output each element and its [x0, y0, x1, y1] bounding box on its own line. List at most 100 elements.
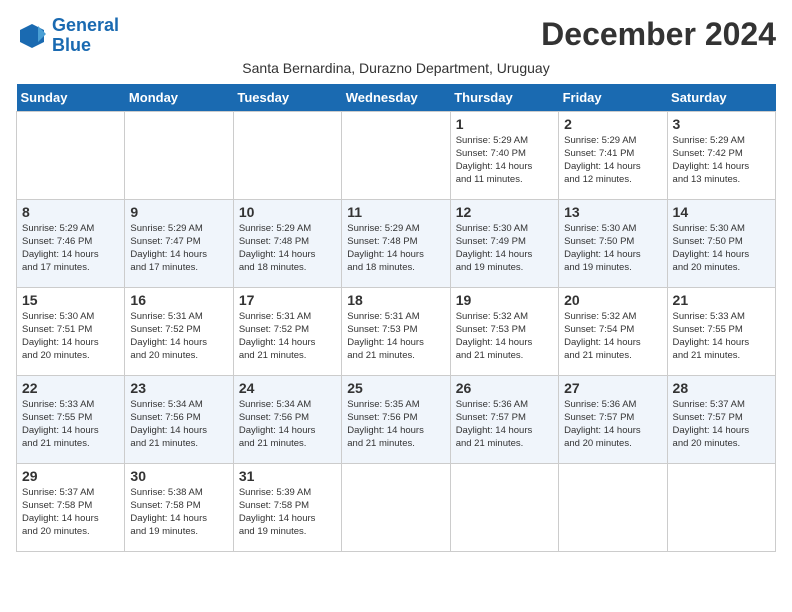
calendar-cell: 18 Sunrise: 5:31 AM Sunset: 7:53 PM Dayli…: [342, 287, 450, 375]
calendar-week-row: 1 Sunrise: 5:29 AM Sunset: 7:40 PM Daylig…: [17, 111, 776, 199]
day-info: Sunrise: 5:29 AM Sunset: 7:42 PM Dayligh…: [673, 134, 770, 187]
day-number: 13: [564, 204, 661, 220]
calendar-cell: 30 Sunrise: 5:38 AM Sunset: 7:58 PM Dayli…: [125, 463, 233, 551]
day-info: Sunrise: 5:29 AM Sunset: 7:40 PM Dayligh…: [456, 134, 553, 187]
day-info: Sunrise: 5:29 AM Sunset: 7:48 PM Dayligh…: [347, 222, 444, 275]
day-number: 23: [130, 380, 227, 396]
day-info: Sunrise: 5:39 AM Sunset: 7:58 PM Dayligh…: [239, 486, 336, 539]
weekday-header: Tuesday: [233, 84, 341, 112]
weekday-header: Friday: [559, 84, 667, 112]
logo: General Blue: [16, 16, 119, 56]
calendar-cell: 20 Sunrise: 5:32 AM Sunset: 7:54 PM Dayli…: [559, 287, 667, 375]
weekday-header: Thursday: [450, 84, 558, 112]
header: General Blue December 2024: [16, 16, 776, 56]
calendar-cell: 12 Sunrise: 5:30 AM Sunset: 7:49 PM Dayli…: [450, 199, 558, 287]
calendar-week-row: 29 Sunrise: 5:37 AM Sunset: 7:58 PM Dayli…: [17, 463, 776, 551]
calendar-cell: 11 Sunrise: 5:29 AM Sunset: 7:48 PM Dayli…: [342, 199, 450, 287]
calendar-cell: 27 Sunrise: 5:36 AM Sunset: 7:57 PM Dayli…: [559, 375, 667, 463]
calendar-cell: [233, 111, 341, 199]
day-info: Sunrise: 5:34 AM Sunset: 7:56 PM Dayligh…: [239, 398, 336, 451]
day-number: 24: [239, 380, 336, 396]
day-number: 28: [673, 380, 770, 396]
day-info: Sunrise: 5:29 AM Sunset: 7:47 PM Dayligh…: [130, 222, 227, 275]
day-info: Sunrise: 5:29 AM Sunset: 7:41 PM Dayligh…: [564, 134, 661, 187]
day-number: 22: [22, 380, 119, 396]
day-info: Sunrise: 5:32 AM Sunset: 7:53 PM Dayligh…: [456, 310, 553, 363]
day-number: 10: [239, 204, 336, 220]
calendar-cell: 14 Sunrise: 5:30 AM Sunset: 7:50 PM Dayli…: [667, 199, 775, 287]
day-number: 18: [347, 292, 444, 308]
day-number: 25: [347, 380, 444, 396]
logo-text: General Blue: [52, 16, 119, 56]
month-title: December 2024: [541, 16, 776, 53]
calendar-cell: 2 Sunrise: 5:29 AM Sunset: 7:41 PM Daylig…: [559, 111, 667, 199]
calendar-cell: 1 Sunrise: 5:29 AM Sunset: 7:40 PM Daylig…: [450, 111, 558, 199]
day-number: 15: [22, 292, 119, 308]
calendar-cell: 28 Sunrise: 5:37 AM Sunset: 7:57 PM Dayli…: [667, 375, 775, 463]
day-info: Sunrise: 5:33 AM Sunset: 7:55 PM Dayligh…: [22, 398, 119, 451]
day-info: Sunrise: 5:30 AM Sunset: 7:51 PM Dayligh…: [22, 310, 119, 363]
calendar-cell: 8 Sunrise: 5:29 AM Sunset: 7:46 PM Daylig…: [17, 199, 125, 287]
calendar-cell: [125, 111, 233, 199]
calendar-cell: 26 Sunrise: 5:36 AM Sunset: 7:57 PM Dayli…: [450, 375, 558, 463]
calendar-cell: 21Sunrise: 5:33 AM Sunset: 7:55 PM Dayli…: [667, 287, 775, 375]
day-info: Sunrise: 5:29 AM Sunset: 7:48 PM Dayligh…: [239, 222, 336, 275]
day-number: 2: [564, 116, 661, 132]
calendar-header-row: SundayMondayTuesdayWednesdayThursdayFrid…: [17, 84, 776, 112]
calendar-cell: 19Sunrise: 5:32 AM Sunset: 7:53 PM Dayli…: [450, 287, 558, 375]
day-info: Sunrise: 5:36 AM Sunset: 7:57 PM Dayligh…: [564, 398, 661, 451]
subtitle: Santa Bernardina, Durazno Department, Ur…: [16, 60, 776, 76]
calendar-cell: [17, 111, 125, 199]
calendar-cell: [342, 111, 450, 199]
calendar-cell: [450, 463, 558, 551]
day-info: Sunrise: 5:37 AM Sunset: 7:57 PM Dayligh…: [673, 398, 770, 451]
day-info: Sunrise: 5:30 AM Sunset: 7:50 PM Dayligh…: [564, 222, 661, 275]
calendar-cell: 22 Sunrise: 5:33 AM Sunset: 7:55 PM Dayli…: [17, 375, 125, 463]
calendar-cell: [667, 463, 775, 551]
day-number: 12: [456, 204, 553, 220]
day-number: 20: [564, 292, 661, 308]
day-number: 9: [130, 204, 227, 220]
day-number: 27: [564, 380, 661, 396]
day-info: Sunrise: 5:36 AM Sunset: 7:57 PM Dayligh…: [456, 398, 553, 451]
calendar-cell: 15 Sunrise: 5:30 AM Sunset: 7:51 PM Dayli…: [17, 287, 125, 375]
day-number: 1: [456, 116, 553, 132]
calendar-cell: 25 Sunrise: 5:35 AM Sunset: 7:56 PM Dayli…: [342, 375, 450, 463]
calendar-week-row: 22 Sunrise: 5:33 AM Sunset: 7:55 PM Dayli…: [17, 375, 776, 463]
day-number: 11: [347, 204, 444, 220]
day-info: Sunrise: 5:31 AM Sunset: 7:52 PM Dayligh…: [130, 310, 227, 363]
weekday-header: Saturday: [667, 84, 775, 112]
calendar-cell: 13 Sunrise: 5:30 AM Sunset: 7:50 PM Dayli…: [559, 199, 667, 287]
day-info: Sunrise: 5:37 AM Sunset: 7:58 PM Dayligh…: [22, 486, 119, 539]
calendar-week-row: 8 Sunrise: 5:29 AM Sunset: 7:46 PM Daylig…: [17, 199, 776, 287]
weekday-header: Sunday: [17, 84, 125, 112]
calendar-cell: 17 Sunrise: 5:31 AM Sunset: 7:52 PM Dayli…: [233, 287, 341, 375]
day-number: 26: [456, 380, 553, 396]
calendar-cell: 10 Sunrise: 5:29 AM Sunset: 7:48 PM Dayli…: [233, 199, 341, 287]
weekday-header: Monday: [125, 84, 233, 112]
day-number: 14: [673, 204, 770, 220]
weekday-header: Wednesday: [342, 84, 450, 112]
logo-icon: [16, 20, 48, 52]
day-number: 3: [673, 116, 770, 132]
calendar-body: 1 Sunrise: 5:29 AM Sunset: 7:40 PM Daylig…: [17, 111, 776, 551]
day-number: 29: [22, 468, 119, 484]
calendar-cell: 3 Sunrise: 5:29 AM Sunset: 7:42 PM Daylig…: [667, 111, 775, 199]
day-info: Sunrise: 5:31 AM Sunset: 7:52 PM Dayligh…: [239, 310, 336, 363]
day-number: 17: [239, 292, 336, 308]
day-info: Sunrise: 5:30 AM Sunset: 7:50 PM Dayligh…: [673, 222, 770, 275]
day-info: Sunrise: 5:30 AM Sunset: 7:49 PM Dayligh…: [456, 222, 553, 275]
day-info: Sunrise: 5:35 AM Sunset: 7:56 PM Dayligh…: [347, 398, 444, 451]
calendar-week-row: 15 Sunrise: 5:30 AM Sunset: 7:51 PM Dayli…: [17, 287, 776, 375]
day-info: Sunrise: 5:38 AM Sunset: 7:58 PM Dayligh…: [130, 486, 227, 539]
day-number: 16: [130, 292, 227, 308]
day-number: 30: [130, 468, 227, 484]
day-number: 31: [239, 468, 336, 484]
day-info: Sunrise: 5:33 AM Sunset: 7:55 PM Dayligh…: [673, 310, 770, 363]
day-info: Sunrise: 5:31 AM Sunset: 7:53 PM Dayligh…: [347, 310, 444, 363]
day-info: Sunrise: 5:29 AM Sunset: 7:46 PM Dayligh…: [22, 222, 119, 275]
day-number: 8: [22, 204, 119, 220]
day-info: Sunrise: 5:32 AM Sunset: 7:54 PM Dayligh…: [564, 310, 661, 363]
calendar-table: SundayMondayTuesdayWednesdayThursdayFrid…: [16, 84, 776, 552]
calendar-cell: 31 Sunrise: 5:39 AM Sunset: 7:58 PM Dayli…: [233, 463, 341, 551]
